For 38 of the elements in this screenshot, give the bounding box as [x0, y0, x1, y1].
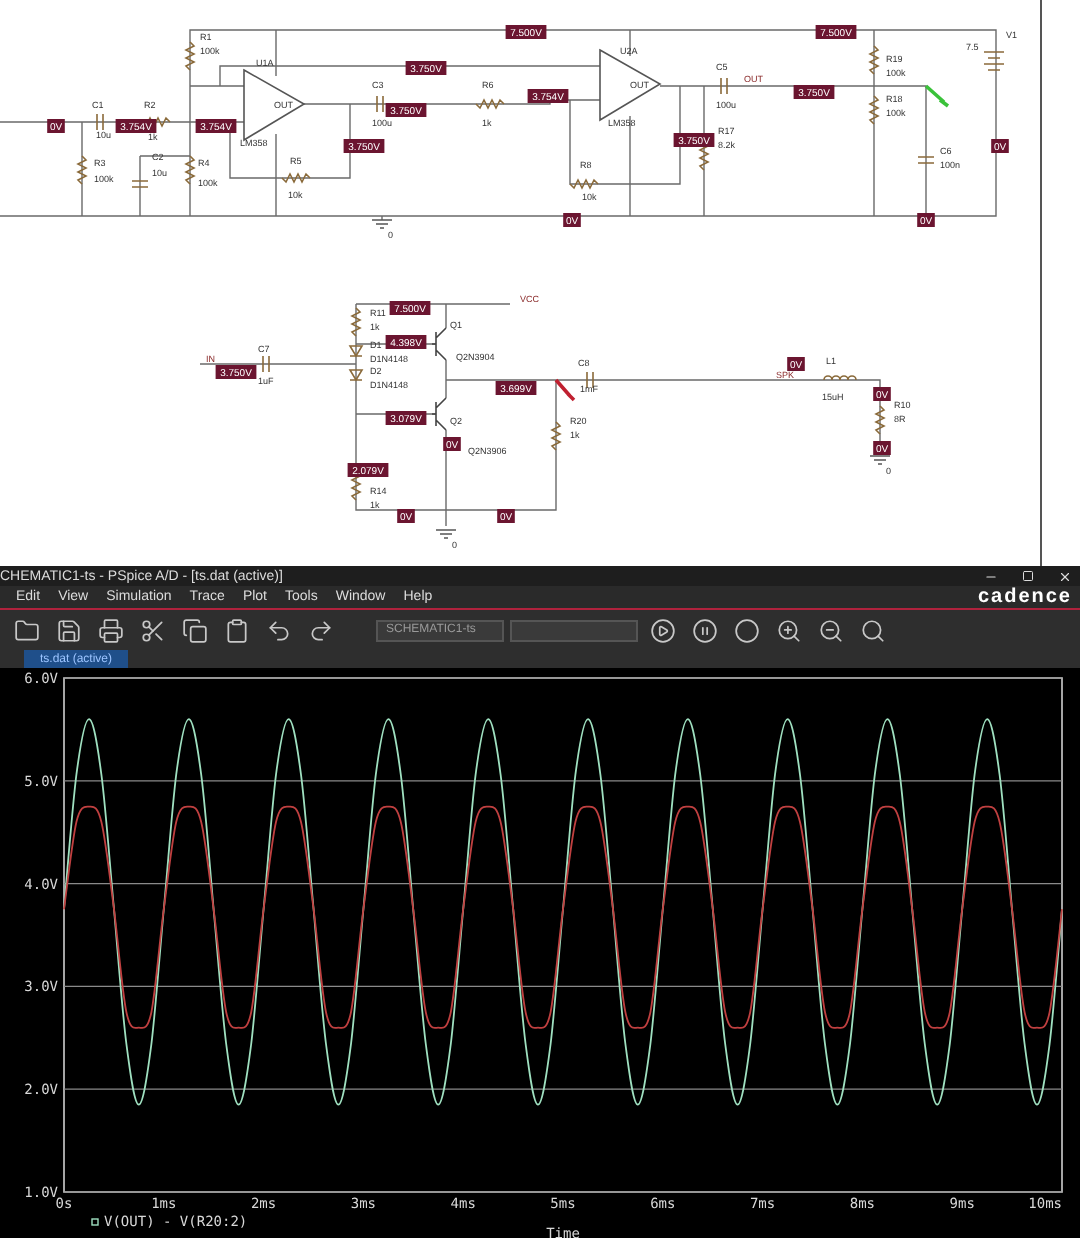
resistor-symbol — [475, 98, 505, 110]
legend-marker — [91, 1218, 99, 1226]
capacitor-symbol — [96, 113, 104, 131]
resistor-symbol — [868, 95, 880, 125]
resistor-symbol — [569, 178, 599, 190]
opamp-symbol — [243, 68, 306, 142]
resistor-symbol — [874, 405, 886, 435]
voltage-probe-icon — [554, 378, 576, 402]
ground-icon — [371, 219, 393, 229]
capacitor-symbol — [376, 95, 384, 113]
ground-icon — [869, 455, 891, 465]
transistor-symbol — [431, 327, 447, 361]
resistor-symbol — [350, 307, 362, 337]
maximize-icon[interactable] — [1022, 569, 1034, 581]
diode-symbol — [349, 369, 364, 381]
resistor-symbol — [698, 141, 710, 171]
capacitor-symbol — [917, 156, 935, 164]
resistor-symbol — [184, 155, 196, 185]
brand-logo: cadence — [977, 587, 1072, 607]
capacitor-symbol — [262, 355, 270, 373]
resistor-symbol — [868, 45, 880, 75]
inductor-symbol — [823, 375, 857, 381]
resistor-symbol — [350, 471, 362, 501]
transistor-symbol — [431, 397, 447, 431]
resistor-symbol — [550, 421, 562, 451]
close-icon[interactable] — [1058, 569, 1072, 583]
diode-symbol — [349, 345, 364, 357]
resistor-symbol — [281, 172, 311, 184]
ground-icon — [435, 529, 457, 539]
voltage-probe-icon — [924, 84, 950, 108]
resistor-symbol — [184, 41, 196, 71]
opamp-symbol — [599, 48, 662, 122]
resistor-symbol — [76, 155, 88, 185]
battery-symbol — [983, 51, 1005, 71]
progress-field — [510, 619, 638, 641]
capacitor-symbol — [720, 77, 728, 95]
capacitor-symbol — [586, 371, 594, 389]
capacitor-symbol — [131, 180, 149, 188]
